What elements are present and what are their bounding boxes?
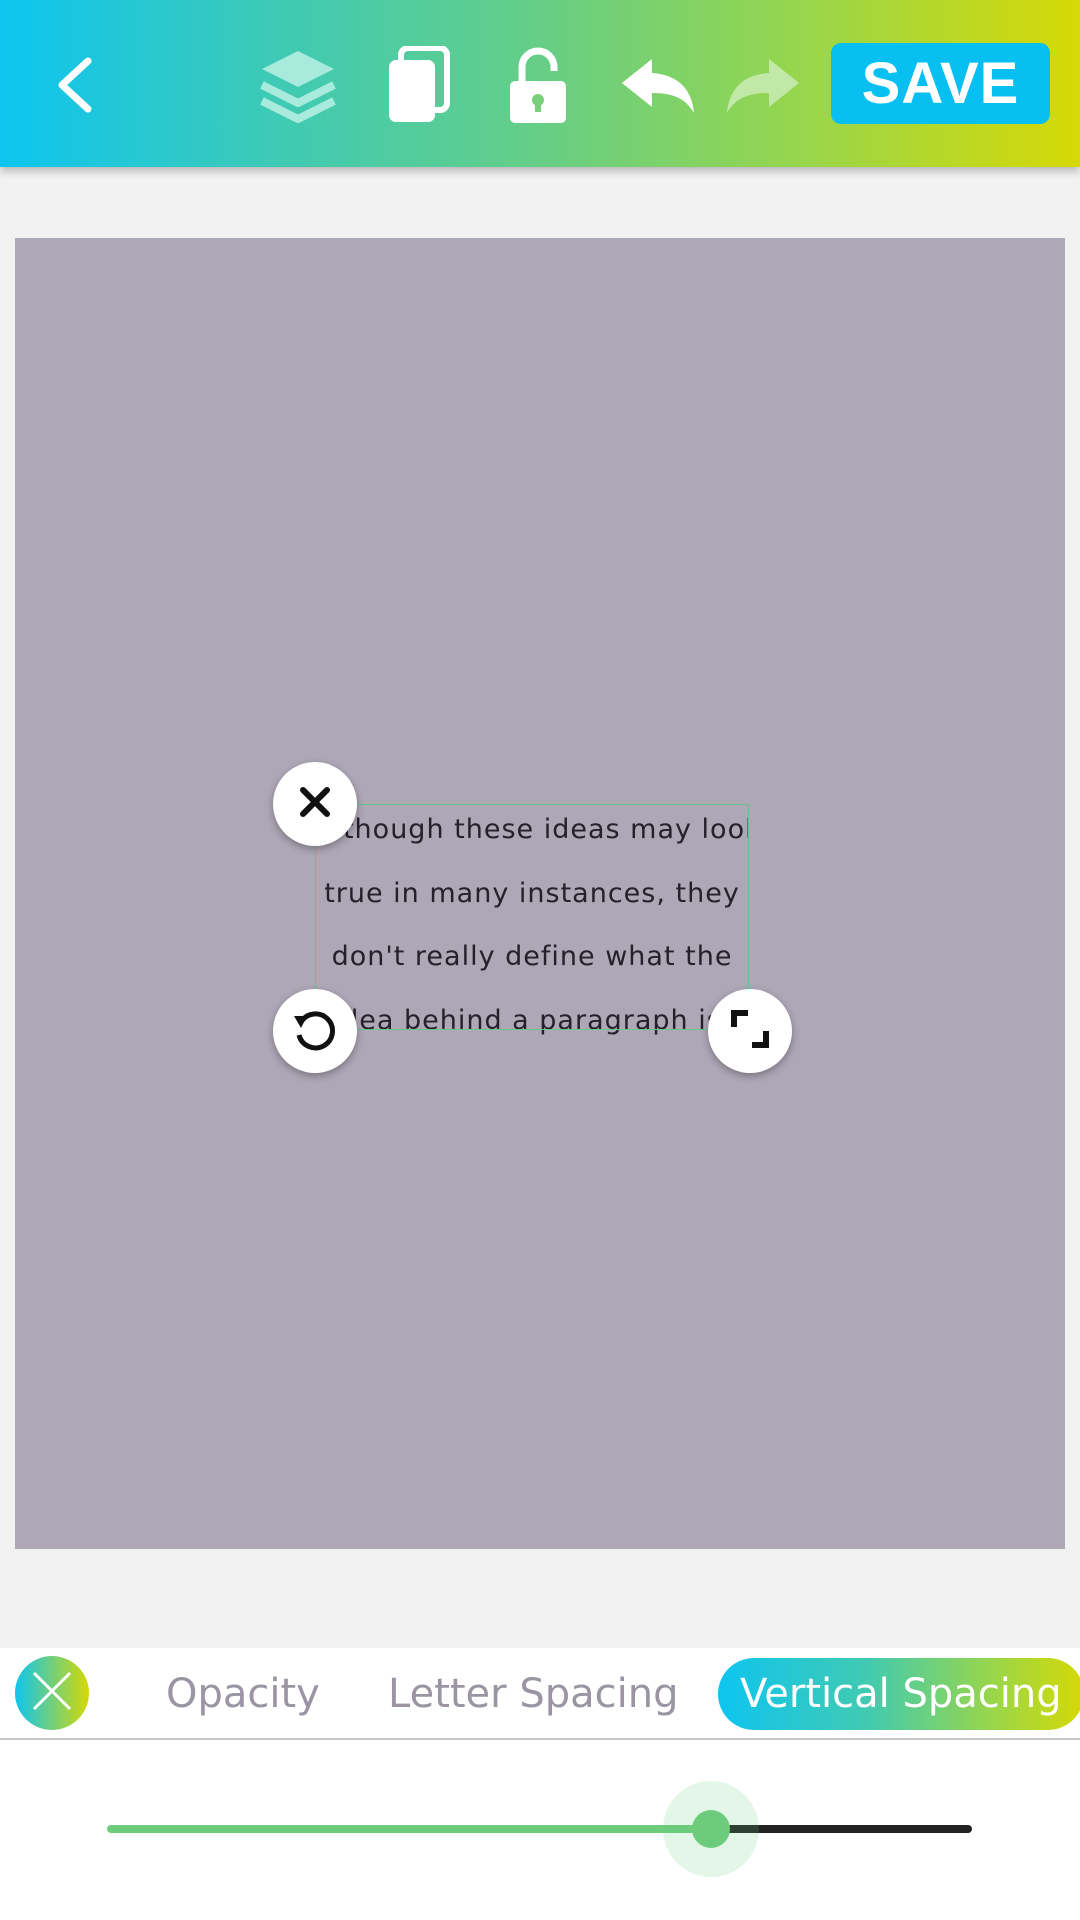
duplicate-icon[interactable]: [373, 40, 463, 130]
close-icon: [30, 1669, 74, 1717]
delete-handle[interactable]: [273, 762, 357, 846]
redo-icon[interactable]: [718, 40, 808, 130]
layers-icon[interactable]: [253, 40, 343, 130]
rotate-icon: [290, 1004, 340, 1058]
top-toolbar: SAVE: [0, 0, 1080, 167]
save-button[interactable]: SAVE: [831, 43, 1050, 124]
resize-icon: [730, 1009, 770, 1053]
resize-handle[interactable]: [708, 989, 792, 1073]
text-selection-box[interactable]: [315, 804, 749, 1030]
undo-icon[interactable]: [613, 40, 703, 130]
close-icon: [298, 785, 332, 823]
unlock-icon[interactable]: [493, 40, 583, 130]
tab-opacity[interactable]: Opacity: [166, 1658, 320, 1730]
slider-track-filled[interactable]: [107, 1825, 711, 1833]
rotate-handle[interactable]: [273, 989, 357, 1073]
close-panel-button[interactable]: [15, 1656, 89, 1730]
back-icon[interactable]: [30, 40, 120, 130]
tab-letter-spacing[interactable]: Letter Spacing: [388, 1658, 678, 1730]
tab-vertical-spacing[interactable]: Vertical Spacing: [718, 1658, 1080, 1730]
vertical-spacing-slider-thumb[interactable]: [691, 1810, 730, 1848]
